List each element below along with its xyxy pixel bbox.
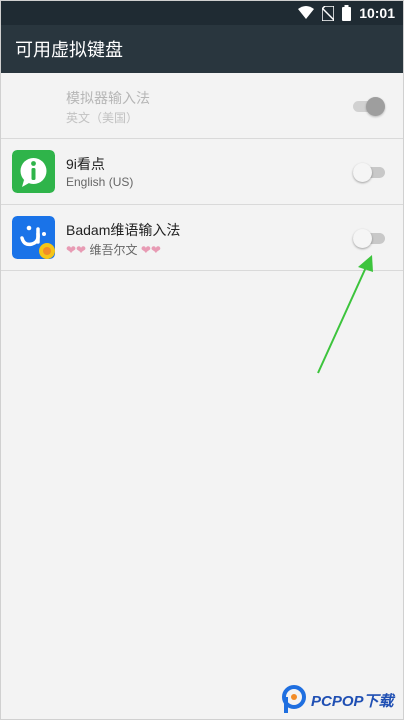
toggle-thumb [366,97,385,116]
toggle-thumb [353,163,372,182]
wifi-icon [298,6,315,19]
keyboard-subtitle: English (US) [66,175,134,189]
toolbar: 可用虚拟键盘 [1,25,403,73]
no-sim-icon [322,5,335,21]
page-title: 可用虚拟键盘 [15,40,123,60]
heart-icon: ❤❤ [140,243,161,257]
status-time: 10:01 [359,5,395,21]
keyboard-subtitle: 英文（美国） [66,111,139,125]
status-bar: 10:01 [1,1,403,25]
annotation-arrow [317,255,373,374]
keyboard-row-emulator[interactable]: 模拟器输入法 英文（美国） [1,73,403,139]
keyboard-toggle-9i[interactable] [353,163,385,182]
battery-icon [342,5,352,21]
pcpop-logo-icon [282,685,306,713]
badam-app-icon [12,216,55,259]
heart-icon: ❤❤ [66,243,87,257]
keyboard-subtitle-text: 维吾尔文 [89,243,138,257]
keyboard-subtitle: ❤❤ 维吾尔文 ❤❤ [66,241,161,258]
watermark: PCPOP下载 [281,685,394,715]
keyboard-title: Badam维语输入法 [66,222,181,238]
keyboard-row-9i[interactable]: 9i看点 English (US) [1,139,403,205]
9i-app-icon [12,150,55,193]
watermark-text: PCPOP下载 [311,692,394,710]
keyboard-title: 9i看点 [66,156,105,172]
keyboard-toggle-emulator[interactable] [353,97,385,116]
keyboard-title: 模拟器输入法 [66,90,150,106]
status-icons: 10:01 [298,1,395,25]
